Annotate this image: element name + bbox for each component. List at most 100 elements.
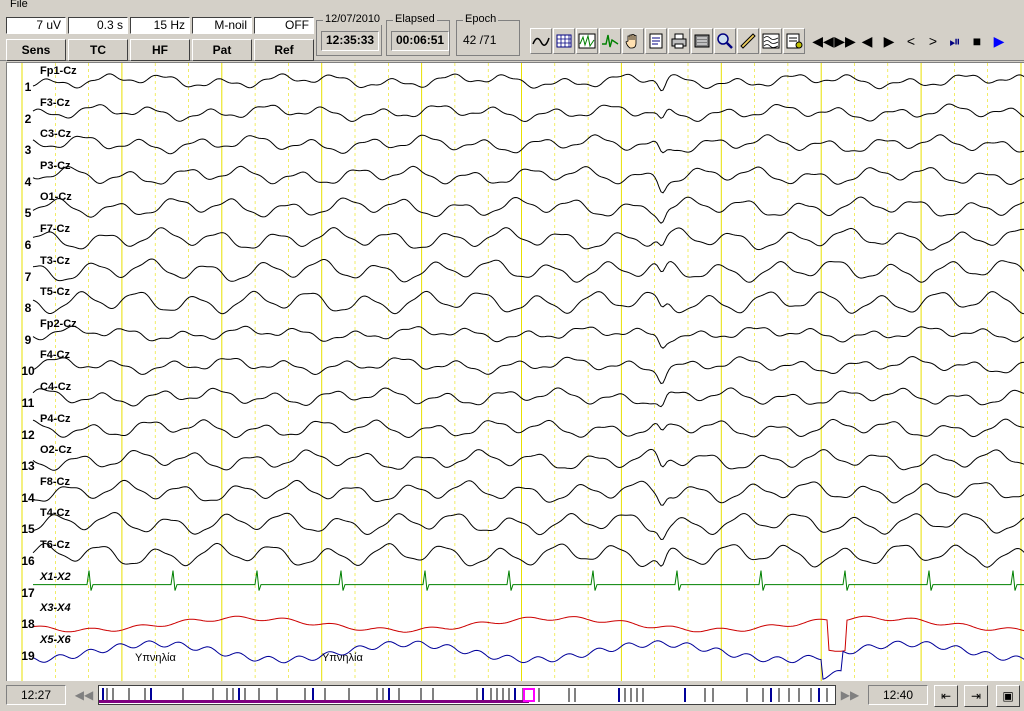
epoch-value: 42 /71 <box>463 33 497 47</box>
channel-label[interactable]: F3-Cz <box>40 97 70 109</box>
channel-label[interactable]: T6-Cz <box>40 539 70 551</box>
next-page-button[interactable]: ▶ <box>878 28 900 54</box>
pat-value[interactable]: M-noil <box>192 17 252 34</box>
tc-value[interactable]: 0.3 s <box>68 17 128 34</box>
channel-number: 17 <box>21 585 35 600</box>
channel-label[interactable]: Fp2-Cz <box>40 318 77 330</box>
channel-number: 11 <box>21 396 35 410</box>
ref-button[interactable]: Ref <box>254 39 314 61</box>
sens-value[interactable]: 7 uV <box>6 17 66 34</box>
channel-label[interactable]: F7-Cz <box>40 223 70 235</box>
channel-label[interactable]: F8-Cz <box>40 476 70 488</box>
eeg-trace <box>32 165 1024 194</box>
channel-number: 3 <box>24 143 32 158</box>
hf-button[interactable]: HF <box>130 39 190 61</box>
step-back-button[interactable]: < <box>900 28 922 54</box>
spectrum-icon[interactable] <box>576 28 598 54</box>
eeg-trace <box>32 258 1024 283</box>
channel-number: 7 <box>24 269 32 284</box>
filter-icon[interactable] <box>760 28 782 54</box>
eeg-trace <box>32 196 1024 224</box>
channel-label[interactable]: O2-Cz <box>40 444 72 456</box>
channel-label[interactable]: X3-X4 <box>40 602 71 614</box>
menu-file[interactable]: File <box>10 0 28 10</box>
channel-label[interactable]: X1-X2 <box>40 571 71 583</box>
epoch-label: Epoch <box>463 13 499 25</box>
channel-number: 1 <box>24 80 32 94</box>
step-forward-button[interactable]: > <box>922 28 944 54</box>
eeg-traces <box>21 63 1024 681</box>
channel-label[interactable]: C4-Cz <box>40 381 71 393</box>
hand-icon[interactable] <box>622 28 644 54</box>
start-time: 12:27 <box>6 685 66 705</box>
channel-number: 16 <box>21 554 35 568</box>
eeg-trace <box>32 448 1024 471</box>
eeg-trace <box>33 570 1024 591</box>
annotation-2: Υπνηλία <box>322 652 363 664</box>
channel-label[interactable]: C3-Cz <box>40 128 71 140</box>
pat-button[interactable]: Pat <box>192 39 252 61</box>
calendar-icon[interactable] <box>553 28 575 54</box>
ruler-icon[interactable] <box>737 28 759 54</box>
channel-number: 8 <box>24 301 32 316</box>
annotation-1: Υπνηλία <box>135 652 176 664</box>
timeline-bar[interactable] <box>98 685 836 705</box>
channel-number: 10 <box>21 364 35 379</box>
eeg-trace <box>32 325 1024 349</box>
channel-number: M <box>19 680 37 681</box>
eeg-trace <box>32 290 1024 315</box>
prev-page-button[interactable]: ◀ <box>856 28 878 54</box>
settings-icon[interactable] <box>783 28 805 54</box>
sens-button[interactable]: Sens <box>6 39 66 61</box>
channel-label[interactable]: T3-Cz <box>40 255 70 267</box>
eeg-trace <box>32 387 1024 408</box>
channel-number: 13 <box>21 459 35 474</box>
report-icon[interactable] <box>691 28 713 54</box>
hf-value[interactable]: 15 Hz <box>130 17 190 34</box>
spike-icon[interactable] <box>599 28 621 54</box>
zoom-icon[interactable] <box>714 28 736 54</box>
eeg-trace <box>32 542 1024 568</box>
channel-label[interactable]: O1-Cz <box>40 191 72 203</box>
tool-buttons: ◀◀ ▶▶ ◀ ▶ < > ⏯ ■ ▶ <box>530 28 1010 56</box>
channel-label[interactable]: P3-Cz <box>40 160 71 172</box>
channel-number: 15 <box>21 522 35 537</box>
last-page-button[interactable]: ▶▶ <box>834 28 856 54</box>
go-start-icon[interactable]: ⇤ <box>934 685 958 707</box>
notes-icon[interactable] <box>645 28 667 54</box>
epoch-group: Epoch 42 /71 <box>456 13 520 56</box>
timeline-back-icon[interactable]: ◀◀ <box>74 685 94 705</box>
bottom-bar: 12:27 ◀◀ ▶▶ 12:40 ⇤ ⇥ ▣ <box>0 682 1024 711</box>
eeg-trace <box>32 103 1024 123</box>
channel-label[interactable]: T5-Cz <box>40 286 70 298</box>
channel-label[interactable]: P4-Cz <box>40 413 71 425</box>
channel-number: 12 <box>21 427 35 442</box>
channel-number: 9 <box>24 332 32 347</box>
montage-icon[interactable] <box>530 28 552 54</box>
channel-label[interactable]: T4-Cz <box>40 507 70 519</box>
eeg-trace-panel[interactable]: 1 Fp1-Cz 2 F3-Cz 3 C3-Cz 4 P3-Cz 5 O1-Cz 6 F7-Cz 7 T3… <box>6 62 1024 681</box>
channel-label[interactable]: X5-X6 <box>40 634 71 646</box>
channel-number: 4 <box>24 174 32 189</box>
elapsed-time: 00:06:51 <box>391 31 450 51</box>
eeg-trace <box>32 227 1024 251</box>
go-end-icon[interactable]: ⇥ <box>964 685 988 707</box>
timeline-cursor <box>523 688 535 702</box>
eeg-trace <box>32 640 1024 680</box>
ref-value[interactable]: OFF <box>254 17 314 34</box>
play-button[interactable]: ▶ <box>988 28 1010 54</box>
channel-label[interactable]: Fp1-Cz <box>40 65 77 77</box>
eeg-trace <box>32 134 1024 155</box>
first-page-button[interactable]: ◀◀ <box>812 28 834 54</box>
channel-label[interactable]: F4-Cz <box>40 349 70 361</box>
cursor-split-icon[interactable]: ⏯ <box>944 28 966 54</box>
tc-button[interactable]: TC <box>68 39 128 61</box>
eeg-trace <box>32 479 1024 506</box>
timeline-forward-icon[interactable]: ▶▶ <box>840 685 860 705</box>
export-icon[interactable]: ▣ <box>996 685 1020 707</box>
timeline-markers <box>99 688 828 703</box>
print-icon[interactable] <box>668 28 690 54</box>
eeg-trace <box>32 355 1024 385</box>
stop-button[interactable]: ■ <box>966 28 988 54</box>
channel-number: 2 <box>24 111 32 126</box>
